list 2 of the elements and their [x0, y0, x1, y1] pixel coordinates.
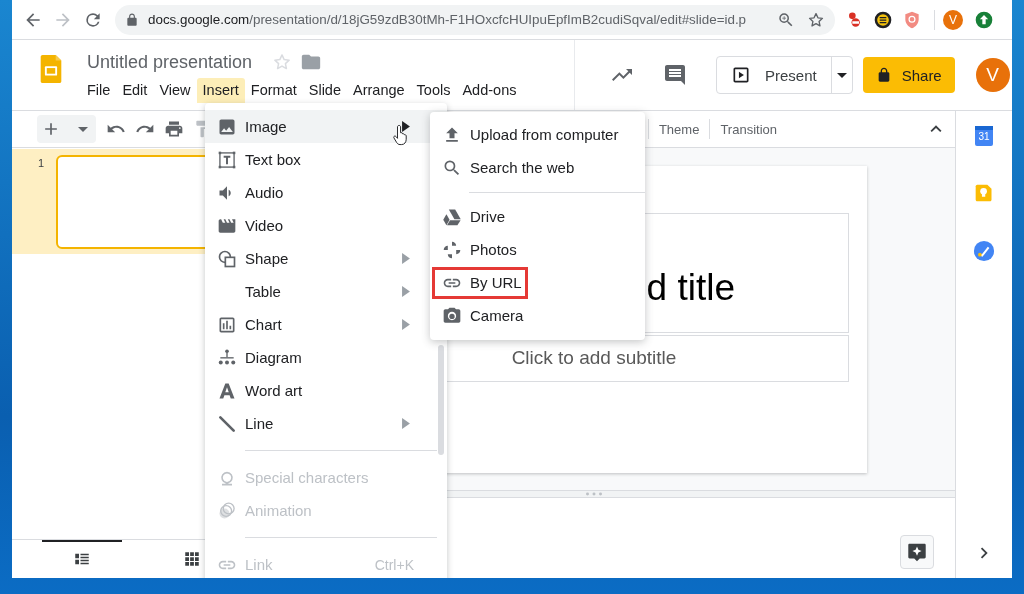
url-text: docs.google.com/presentation/d/18jG59zdB30tMh-F1HOxcfcHUIpuEpfImB2cudiSqval/edit#slide=id.p: [148, 12, 747, 27]
slide-number: 1: [38, 157, 46, 169]
